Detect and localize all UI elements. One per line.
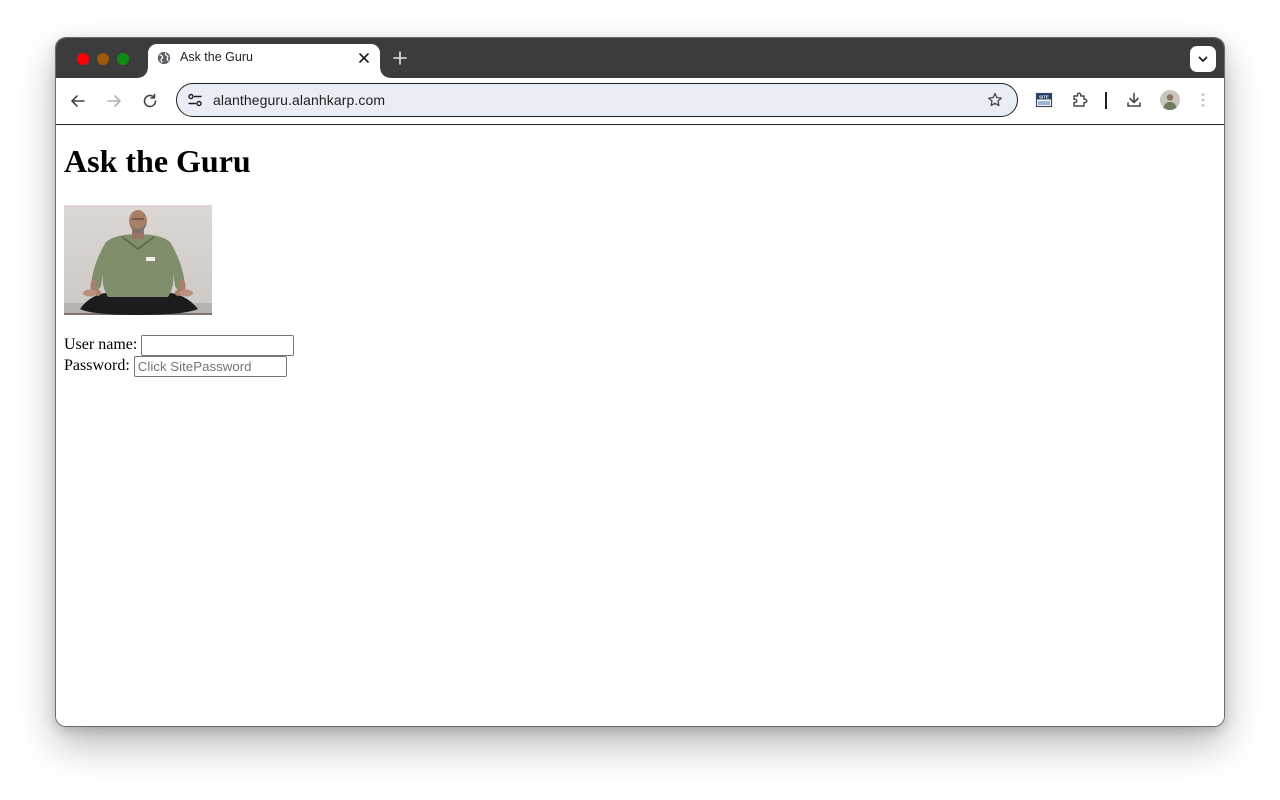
- sitepassword-extension-icon[interactable]: SITE: [1035, 91, 1053, 109]
- toolbar-divider: [1105, 92, 1107, 109]
- svg-text:SITE: SITE: [1039, 94, 1049, 99]
- download-icon[interactable]: [1125, 91, 1143, 109]
- extensions-puzzle-icon[interactable]: [1071, 91, 1089, 109]
- active-tab[interactable]: Ask the Guru: [138, 44, 390, 78]
- password-row: Password:: [64, 356, 287, 377]
- reload-icon[interactable]: [141, 92, 159, 110]
- new-tab-icon[interactable]: [392, 50, 408, 66]
- address-bar[interactable]: alantheguru.alanhkarp.com: [176, 83, 1018, 117]
- profile-avatar[interactable]: [1160, 90, 1180, 110]
- star-icon[interactable]: [987, 92, 1003, 108]
- forward-arrow-icon[interactable]: [105, 92, 123, 110]
- tab-strip: Ask the Guru: [56, 38, 1224, 78]
- back-arrow-icon[interactable]: [69, 92, 87, 110]
- close-tab-icon[interactable]: [357, 51, 371, 65]
- globe-icon: [157, 51, 171, 65]
- tab-title: Ask the Guru: [180, 50, 253, 64]
- tab-search-button[interactable]: [1190, 46, 1216, 72]
- page-content: Ask the Guru User name: Password:: [56, 125, 1224, 726]
- password-label: Password:: [64, 357, 130, 375]
- site-info-icon[interactable]: [187, 92, 203, 108]
- profile-avatar-image: [1160, 90, 1180, 110]
- browser-window: Ask the Guru alantheguru.alanhkarp.com S…: [56, 38, 1224, 726]
- password-input[interactable]: [133, 356, 287, 377]
- username-input[interactable]: [141, 335, 295, 356]
- browser-toolbar: alantheguru.alanhkarp.com SITE: [56, 78, 1224, 125]
- chevron-down-icon: [1198, 56, 1208, 62]
- more-menu-icon[interactable]: [1196, 91, 1210, 109]
- zoom-window-button[interactable]: [117, 53, 129, 65]
- username-row: User name:: [64, 335, 295, 356]
- minimize-window-button[interactable]: [97, 53, 109, 65]
- url-text[interactable]: alantheguru.alanhkarp.com: [213, 92, 385, 108]
- username-label: User name:: [64, 336, 138, 354]
- close-window-button[interactable]: [77, 53, 89, 65]
- page-title: Ask the Guru: [64, 143, 251, 179]
- guru-photo: [64, 205, 212, 315]
